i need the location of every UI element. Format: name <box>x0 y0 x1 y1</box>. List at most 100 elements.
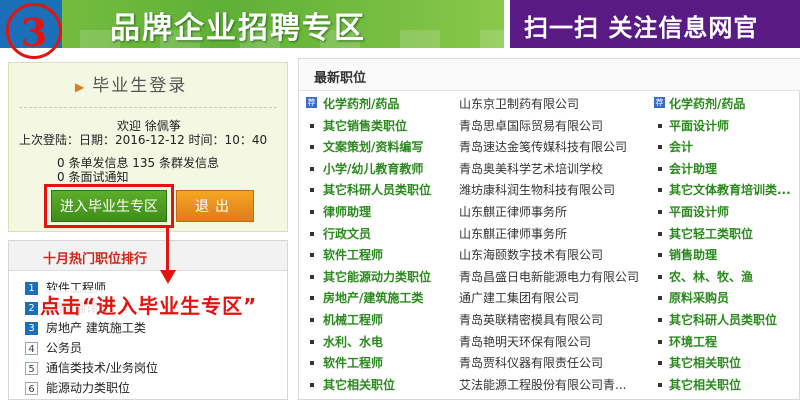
company-link[interactable]: 青岛贾科仪器有限责任公司 <box>459 354 603 371</box>
rank-number: 2 <box>25 302 38 315</box>
bullet-icon <box>658 231 662 236</box>
job-title-link[interactable]: 行政文员 <box>323 225 371 242</box>
company-link[interactable]: 通广建工集团有限公司 <box>459 289 579 306</box>
hot-job-label: 公务员 <box>46 341 83 355</box>
job-title-link[interactable]: 律师助理 <box>323 203 371 220</box>
job-title-link[interactable]: 销售助理 <box>669 246 717 263</box>
company-link[interactable]: 青岛昌盛日电新能源电力有限公司 <box>459 268 639 285</box>
hot-job-item[interactable]: 3 房地产 建筑施工类 <box>25 319 146 339</box>
login-title-text: 毕业生登录 <box>92 76 188 96</box>
job-row: 荐化学药剂/药品 山东京卫制药有限公司荐化学药剂/药品 <box>299 93 800 115</box>
job-title-link[interactable]: 软件工程师 <box>323 246 383 263</box>
job-title-link[interactable]: 平面设计师 <box>669 117 729 134</box>
logout-button[interactable]: 退出 <box>176 190 254 222</box>
company-link[interactable]: 山东京卫制药有限公司 <box>459 95 579 112</box>
bullet-icon <box>310 296 314 301</box>
hot-jobs-header: 十月热门职位排行 <box>9 241 287 271</box>
interview-notice-link[interactable]: 0 条面试通知 <box>57 168 128 185</box>
job-title-link[interactable]: 其它文体教育培训类... <box>669 181 791 198</box>
latest-jobs-header: 最新职位 <box>299 59 800 91</box>
job-title-link[interactable]: 机械工程师 <box>323 311 383 328</box>
latest-jobs-panel: 最新职位 荐化学药剂/药品 山东京卫制药有限公司荐化学药剂/药品 其它销售类职位 青岛… <box>298 58 800 400</box>
bullet-icon <box>658 253 662 258</box>
rank-number: 4 <box>25 342 38 355</box>
login-title: ▶ 毕业生登录 <box>75 71 187 96</box>
bullet-icon <box>658 296 662 301</box>
rank-number: 1 <box>25 282 38 295</box>
company-link[interactable]: 山东麒正律师事务所 <box>459 225 567 242</box>
job-title-link[interactable]: 会计 <box>669 138 693 155</box>
bullet-icon <box>658 339 662 344</box>
wechat-banner-text: 扫一扫 关注信息网官 <box>524 14 759 42</box>
job-title-link[interactable]: 其它轻工类职位 <box>669 225 753 242</box>
job-title-link[interactable]: 会计助理 <box>669 160 717 177</box>
company-link[interactable]: 潍坊康科润生物科技有限公司 <box>459 181 615 198</box>
job-title-link[interactable]: 软件工程师 <box>323 354 383 371</box>
bullet-icon <box>310 166 314 171</box>
job-row: 水利、水电 青岛艳明天环保有限公司 环境工程 <box>299 331 800 353</box>
bullet-icon <box>310 382 314 387</box>
job-row: 其它科研人员类职位 潍坊康科润生物科技有限公司 其它文体教育培训类... <box>299 179 800 201</box>
bullet-icon <box>658 166 662 171</box>
job-title-link[interactable]: 小学/幼儿教育教师 <box>323 160 423 177</box>
job-title-link[interactable]: 化学药剂/药品 <box>323 95 399 112</box>
login-divider <box>19 107 277 108</box>
job-row: 文案策划/资料编写 青岛速达金笺传媒科技有限公司 会计 <box>299 136 800 158</box>
job-title-link[interactable]: 平面设计师 <box>669 203 729 220</box>
bullet-icon <box>310 188 314 193</box>
hot-job-label: 通信类技术/业务岗位 <box>46 361 159 375</box>
company-link[interactable]: 青岛奥美科学艺术培训学校 <box>459 160 603 177</box>
brand-banner: 品牌企业招聘专区 <box>0 0 504 48</box>
job-title-link[interactable]: 其它科研人员类职位 <box>669 311 777 328</box>
bullet-icon <box>658 145 662 150</box>
enter-graduate-zone-button[interactable]: 进入毕业生专区 <box>51 190 167 222</box>
job-title-link[interactable]: 原料采购员 <box>669 289 729 306</box>
bullet-icon <box>310 210 314 214</box>
company-link[interactable]: 山东海颐数字技术有限公司 <box>459 246 603 263</box>
hot-job-label: 房地产 建筑施工类 <box>46 321 146 335</box>
bullet-icon <box>658 123 662 128</box>
job-title-link[interactable]: 其它相关职位 <box>669 354 741 371</box>
job-title-link[interactable]: 化学药剂/药品 <box>669 95 745 112</box>
bullet-icon <box>310 318 314 322</box>
company-link[interactable]: 艾法能源工程股份有限公司青... <box>459 376 626 393</box>
bullet-icon <box>658 382 662 387</box>
category-icon: 荐 <box>654 97 665 108</box>
hot-job-item[interactable]: 6 能源动力类职位 <box>25 379 130 399</box>
job-title-link[interactable]: 农、林、牧、渔 <box>669 268 753 285</box>
hot-job-item[interactable]: 5 通信类技术/业务岗位 <box>25 359 158 379</box>
job-title-link[interactable]: 其它相关职位 <box>669 376 741 393</box>
job-title-link[interactable]: 文案策划/资料编写 <box>323 138 423 155</box>
company-link[interactable]: 青岛英联精密模具有限公司 <box>459 311 603 328</box>
bullet-icon <box>658 188 662 193</box>
banner-title: 品牌企业招聘专区 <box>110 11 366 46</box>
job-row: 其它相关职位 艾法能源工程股份有限公司青... 其它相关职位 <box>299 374 800 396</box>
bullet-icon <box>658 318 662 322</box>
job-title-link[interactable]: 其它销售类职位 <box>323 117 407 134</box>
job-title-link[interactable]: 水利、水电 <box>323 333 383 350</box>
last-login-text: 上次登陆：日期：2016-12-12 时间：10：40 <box>19 133 268 147</box>
job-row: 其它能源动力类职位 青岛昌盛日电新能源电力有限公司 农、林、牧、渔 <box>299 266 800 288</box>
hot-job-item[interactable]: 4 公务员 <box>25 339 82 359</box>
job-row: 房地产/建筑施工类 通广建工集团有限公司 原料采购员 <box>299 287 800 309</box>
job-title-link[interactable]: 其它科研人员类职位 <box>323 181 431 198</box>
hot-jobs-panel: 十月热门职位排行 1软件工程师2编辑/翻译3房地产 建筑施工类4公务员5通信类技… <box>8 240 288 400</box>
job-row: 其它销售类职位 青岛思卓国际贸易有限公司 平面设计师 <box>299 115 800 137</box>
job-title-link[interactable]: 其它相关职位 <box>323 376 395 393</box>
company-link[interactable]: 青岛速达金笺传媒科技有限公司 <box>459 138 627 155</box>
job-row: 行政文员 山东麒正律师事务所 其它轻工类职位 <box>299 223 800 245</box>
job-row: 软件工程师 山东海颐数字技术有限公司 销售助理 <box>299 244 800 266</box>
bullet-icon <box>310 361 314 366</box>
company-link[interactable]: 青岛艳明天环保有限公司 <box>459 333 591 350</box>
company-link[interactable]: 山东麒正律师事务所 <box>459 203 567 220</box>
rank-number: 6 <box>25 382 38 395</box>
step-number: 3 <box>20 10 48 55</box>
triangle-icon: ▶ <box>75 80 87 94</box>
job-title-link[interactable]: 房地产/建筑施工类 <box>323 289 423 306</box>
job-title-link[interactable]: 其它能源动力类职位 <box>323 268 431 285</box>
bullet-icon <box>658 210 662 214</box>
company-link[interactable]: 青岛思卓国际贸易有限公司 <box>459 117 603 134</box>
step-badge: 3 <box>6 3 62 59</box>
bullet-icon <box>310 253 314 258</box>
job-title-link[interactable]: 环境工程 <box>669 333 717 350</box>
